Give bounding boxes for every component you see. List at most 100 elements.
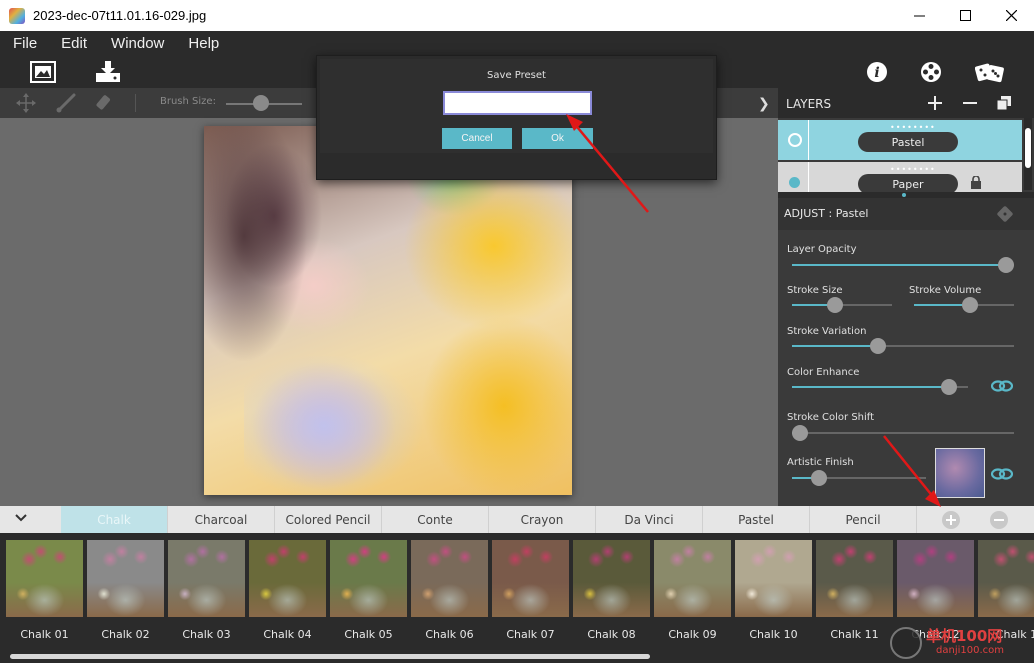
minimize-button[interactable] <box>896 0 942 31</box>
preset-thumbnail[interactable] <box>573 540 650 617</box>
watermark-subtext: danji100.com <box>936 645 1004 656</box>
preset-thumbnail[interactable] <box>492 540 569 617</box>
layer-visibility-toggle[interactable] <box>789 177 800 188</box>
preset-thumbnail-strip: Chalk 01 Chalk 02 Chalk 03 Chalk 04 Chalk 05… <box>0 533 1034 663</box>
ok-button[interactable]: Ok <box>522 128 593 149</box>
preset-label: Chalk 06 <box>425 628 474 641</box>
layers-header: LAYERS <box>778 88 1034 118</box>
copy-icon <box>997 96 1011 110</box>
tab-pastel[interactable]: Pastel <box>703 506 810 533</box>
slider-knob[interactable] <box>811 470 827 486</box>
layers-title: LAYERS <box>786 97 832 111</box>
preset-name-input[interactable] <box>443 91 592 115</box>
menu-window[interactable]: Window <box>99 35 176 52</box>
layers-scrollbar[interactable] <box>1024 118 1032 190</box>
layer-opacity-slider[interactable] <box>792 257 1014 273</box>
window-title: 2023-dec-07t11.01.16-029.jpg <box>33 8 207 23</box>
close-icon <box>1005 10 1017 21</box>
preset-thumbnail[interactable] <box>897 540 974 617</box>
link-icon[interactable] <box>991 379 1013 393</box>
preset-thumbnail[interactable] <box>735 540 812 617</box>
brush-size-slider[interactable] <box>253 95 269 111</box>
random-button[interactable] <box>975 59 1005 85</box>
stroke-volume-slider[interactable] <box>914 297 1014 313</box>
preset-thumbnail[interactable] <box>654 540 731 617</box>
menu-file[interactable]: File <box>0 35 49 52</box>
menu-help[interactable]: Help <box>176 35 231 52</box>
color-enhance-slider[interactable] <box>792 379 968 395</box>
watermark-text: 单机100网 <box>926 627 1003 645</box>
stroke-variation-slider[interactable] <box>792 338 1014 354</box>
preset-thumbnail[interactable] <box>6 540 83 617</box>
download-icon <box>96 61 120 82</box>
artistic-finish-texture[interactable] <box>935 448 985 498</box>
slider-knob[interactable] <box>870 338 886 354</box>
move-tool-button[interactable] <box>15 93 37 113</box>
dialog-title: Save Preset <box>487 70 546 81</box>
artwork-image[interactable] <box>204 126 572 495</box>
slider-knob[interactable] <box>998 257 1014 273</box>
close-button[interactable] <box>988 0 1034 31</box>
stroke-volume-label: Stroke Volume <box>909 285 982 296</box>
eraser-tool-button[interactable] <box>93 93 115 113</box>
duplicate-layer-button[interactable] <box>994 93 1014 113</box>
preset-thumbnail[interactable] <box>411 540 488 617</box>
preset-thumbnail[interactable] <box>87 540 164 617</box>
minimize-icon <box>913 15 925 17</box>
preset-label: Chalk 10 <box>749 628 798 641</box>
add-layer-button[interactable] <box>925 93 945 113</box>
add-preset-button[interactable] <box>942 511 960 529</box>
reset-dice-icon[interactable] <box>996 205 1014 223</box>
tab-colored-pencil[interactable]: Colored Pencil <box>275 506 382 533</box>
preset-thumbnail[interactable] <box>168 540 245 617</box>
tab-conte[interactable]: Conte <box>382 506 489 533</box>
tab-pencil[interactable]: Pencil <box>810 506 917 533</box>
brush-tool-button[interactable] <box>55 93 77 113</box>
preset-label: Chalk 05 <box>344 628 393 641</box>
settings-button[interactable] <box>916 59 946 85</box>
slider-knob[interactable] <box>962 297 978 313</box>
window-controls <box>896 0 1034 31</box>
brush-size-label: Brush Size: <box>160 96 216 107</box>
slider-knob[interactable] <box>792 425 808 441</box>
lock-icon[interactable] <box>970 176 982 189</box>
toolbar-divider <box>135 94 136 112</box>
slider-knob[interactable] <box>941 379 957 395</box>
chevron-down-icon[interactable] <box>14 512 28 524</box>
artistic-finish-slider[interactable] <box>792 470 926 486</box>
image-icon <box>30 61 56 83</box>
tab-charcoal[interactable]: Charcoal <box>168 506 275 533</box>
preset-thumbnail[interactable] <box>330 540 407 617</box>
plus-icon <box>946 515 956 525</box>
layer-row-pastel[interactable]: •••••••• Pastel <box>778 120 1022 160</box>
menu-edit[interactable]: Edit <box>49 35 99 52</box>
preset-thumbnail[interactable] <box>978 540 1034 617</box>
layer-name: Paper <box>858 174 958 194</box>
preset-thumbnail[interactable] <box>816 540 893 617</box>
maximize-button[interactable] <box>942 0 988 31</box>
info-button[interactable]: i <box>862 59 892 85</box>
remove-preset-button[interactable] <box>990 511 1008 529</box>
save-image-button[interactable] <box>93 59 123 85</box>
remove-layer-button[interactable] <box>960 93 980 113</box>
tab-da-vinci[interactable]: Da Vinci <box>596 506 703 533</box>
preset-label: Chalk 07 <box>506 628 555 641</box>
layer-visibility-toggle[interactable] <box>788 133 802 147</box>
stroke-size-slider[interactable] <box>792 297 892 313</box>
layer-opacity-label: Layer Opacity <box>787 244 857 255</box>
cancel-button[interactable]: Cancel <box>442 128 512 149</box>
tab-crayon[interactable]: Crayon <box>489 506 596 533</box>
chevron-right-icon[interactable]: ❯ <box>758 96 770 112</box>
open-image-button[interactable] <box>28 59 58 85</box>
minus-icon <box>994 519 1004 521</box>
preset-thumbnail[interactable] <box>249 540 326 617</box>
preset-label: Chalk 04 <box>263 628 312 641</box>
stroke-color-shift-slider[interactable] <box>792 425 1014 441</box>
slider-knob[interactable] <box>827 297 843 313</box>
preset-strip-scrollbar[interactable] <box>10 654 650 659</box>
menu-bar: File Edit Window Help <box>0 31 1034 55</box>
tab-chalk[interactable]: Chalk <box>61 506 168 533</box>
save-preset-dialog: Save Preset Cancel Ok <box>316 55 717 180</box>
link-icon[interactable] <box>991 467 1013 481</box>
preset-label: Chalk 02 <box>101 628 150 641</box>
